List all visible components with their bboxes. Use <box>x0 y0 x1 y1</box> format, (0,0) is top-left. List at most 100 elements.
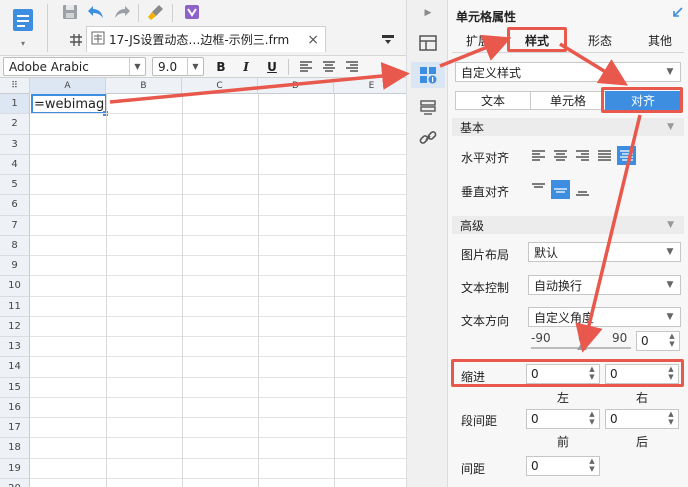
expand-icon[interactable] <box>670 6 684 20</box>
image-layout-select[interactable]: 默认 ▼ <box>528 242 681 262</box>
para-after-input[interactable]: 0 ▲ ▼ <box>605 409 679 429</box>
dock-icon[interactable] <box>380 32 396 48</box>
layout-icon[interactable] <box>417 33 439 53</box>
para-before-value: 0 <box>531 412 539 426</box>
grid-view-icon[interactable] <box>68 32 84 48</box>
line-spacing-input[interactable]: 0 ▲ ▼ <box>526 456 600 476</box>
angle-slider-thumb[interactable] <box>577 342 587 350</box>
para-spacing-label: 段间距 <box>461 414 498 428</box>
para-before-input[interactable]: 0 ▲ ▼ <box>526 409 600 429</box>
cell-a1[interactable]: =webimag <box>31 94 107 114</box>
link-icon[interactable] <box>417 128 439 148</box>
stepper-icon[interactable]: ▲ ▼ <box>586 457 598 475</box>
tab-style[interactable]: 样式 <box>510 30 564 50</box>
row-header[interactable]: 8 <box>0 235 30 256</box>
style-select[interactable]: 自定义样式 ▼ <box>455 62 681 82</box>
row-gridline <box>30 376 406 378</box>
row-header[interactable]: 13 <box>0 337 30 358</box>
row-header[interactable]: 3 <box>0 134 30 155</box>
row-header[interactable]: 12 <box>0 316 30 337</box>
v-align-top-icon[interactable] <box>529 180 548 199</box>
format-painter-icon[interactable] <box>146 3 166 21</box>
text-control-select[interactable]: 自动换行 ▼ <box>528 275 681 295</box>
row-gridline <box>30 356 406 358</box>
style-select-value: 自定义样式 <box>461 65 522 80</box>
column-header-c[interactable]: C <box>182 78 258 94</box>
stepper-icon[interactable]: ▲ ▼ <box>586 410 598 428</box>
text-control-value: 自动换行 <box>534 278 583 293</box>
row-header[interactable]: 9 <box>0 256 30 277</box>
preview-icon[interactable] <box>182 3 202 21</box>
cell-properties-icon[interactable] <box>417 65 439 85</box>
stepper-icon[interactable]: ▲ ▼ <box>665 365 677 383</box>
v-align-middle-icon[interactable] <box>551 180 570 199</box>
side-toolbar: ▶ <box>406 0 448 487</box>
row-header[interactable]: 17 <box>0 418 30 439</box>
tab-expand[interactable]: 扩展 <box>456 30 500 50</box>
chevron-down-icon[interactable]: ▾ <box>17 38 29 48</box>
stepper-icon[interactable]: ▲ ▼ <box>586 365 598 383</box>
chevron-down-icon: ▼ <box>667 220 674 230</box>
save-icon[interactable] <box>60 3 80 21</box>
underline-button[interactable]: U <box>262 58 282 76</box>
row-header[interactable]: 10 <box>0 276 30 297</box>
angle-max-label: 90 <box>612 331 628 345</box>
segment-text[interactable]: 文本 <box>455 91 531 110</box>
row-header[interactable]: 16 <box>0 397 30 418</box>
data-icon[interactable] <box>417 98 439 118</box>
row-header[interactable]: 2 <box>0 114 30 135</box>
h-align-right-icon[interactable] <box>573 146 592 165</box>
chevron-down-icon: ▼ <box>667 122 674 132</box>
row-header[interactable]: 19 <box>0 458 30 479</box>
indent-left-input[interactable]: 0 ▲ ▼ <box>526 364 600 384</box>
report-tab[interactable]: 17-JS设置动态…边框-示例三.frm × <box>86 26 326 52</box>
column-header-e[interactable]: E <box>334 78 406 94</box>
v-align-bottom-icon[interactable] <box>573 180 592 199</box>
row-header[interactable]: 1 <box>0 94 30 115</box>
font-select[interactable]: Adobe Arabic ▼ <box>3 57 146 76</box>
tab-form[interactable]: 形态 <box>578 30 622 50</box>
row-header[interactable]: 20 <box>0 478 30 487</box>
column-header-b[interactable]: B <box>106 78 182 94</box>
row-header[interactable]: 5 <box>0 175 30 196</box>
h-align-center-icon[interactable] <box>551 146 570 165</box>
chevron-down-icon: ▼ <box>666 280 674 290</box>
align-left-icon[interactable] <box>296 58 316 76</box>
row-header[interactable]: 4 <box>0 154 30 175</box>
row-header[interactable]: 6 <box>0 195 30 216</box>
text-direction-select[interactable]: 自定义角度 ▼ <box>528 307 681 327</box>
font-size-select[interactable]: 9.0 ▼ <box>152 57 204 76</box>
select-all-corner[interactable]: ⠿ <box>0 78 30 94</box>
segment-cell[interactable]: 单元格 <box>530 91 606 110</box>
italic-button[interactable]: I <box>236 58 256 76</box>
indent-right-input[interactable]: 0 ▲ ▼ <box>605 364 679 384</box>
stepper-icon[interactable]: ▲ ▼ <box>665 410 677 428</box>
align-right-icon[interactable] <box>342 58 362 76</box>
column-header-a[interactable]: A <box>30 78 106 94</box>
undo-icon[interactable] <box>86 3 106 21</box>
section-advanced[interactable]: 高级 ▼ <box>452 216 684 234</box>
section-basic[interactable]: 基本 ▼ <box>452 118 684 136</box>
column-header-d[interactable]: D <box>258 78 334 94</box>
row-header[interactable]: 18 <box>0 438 30 459</box>
h-align-left-icon[interactable] <box>529 146 548 165</box>
row-header[interactable]: 11 <box>0 296 30 317</box>
segment-align[interactable]: 对齐 <box>605 91 681 110</box>
h-align-distributed-icon[interactable] <box>617 146 636 165</box>
row-header[interactable]: 7 <box>0 215 30 236</box>
row-gridline <box>30 336 406 337</box>
row-header[interactable]: 15 <box>0 377 30 398</box>
template-icon[interactable] <box>10 6 36 36</box>
bold-button[interactable]: B <box>211 58 231 76</box>
collapse-arrow-icon[interactable]: ▶ <box>421 6 435 20</box>
redo-icon[interactable] <box>112 3 132 21</box>
row-gridline <box>30 396 406 398</box>
align-center-icon[interactable] <box>319 58 339 76</box>
stepper-icon[interactable]: ▲ ▼ <box>666 332 678 350</box>
tab-close-icon[interactable]: × <box>307 32 319 48</box>
tab-other[interactable]: 其他 <box>638 30 682 50</box>
angle-input[interactable]: 0 ▲ ▼ <box>636 331 680 351</box>
column-gridline <box>334 94 335 487</box>
h-align-justify-icon[interactable] <box>595 146 614 165</box>
row-header[interactable]: 14 <box>0 357 30 378</box>
